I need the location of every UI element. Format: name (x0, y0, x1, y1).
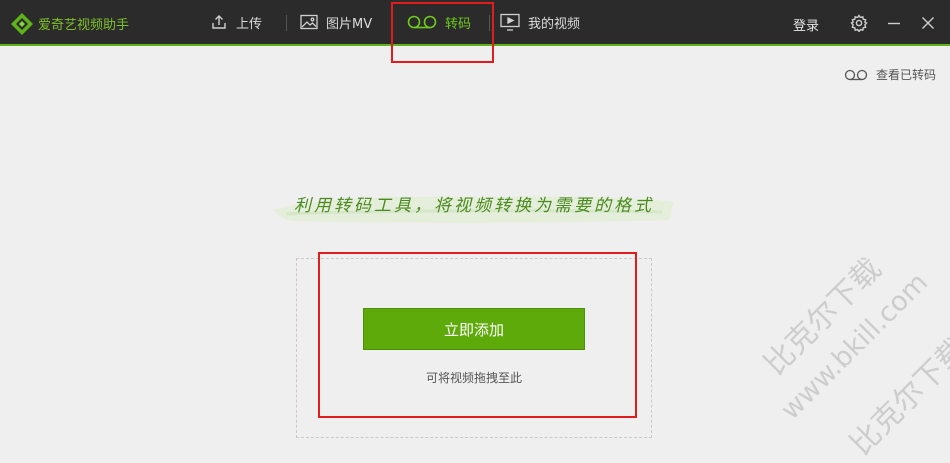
nav-upload[interactable]: 上传 (210, 0, 262, 44)
upload-icon (212, 15, 226, 29)
nav-my-videos-label: 我的视频 (528, 16, 581, 32)
gear-icon[interactable] (850, 14, 868, 32)
picture-icon (300, 14, 318, 30)
nav-photo-mv-label: 图片MV (326, 16, 373, 32)
slogan-text: 利用转码工具，将视频转换为需要的格式 (294, 196, 654, 216)
drag-hint-text: 可将视频拖拽至此 (425, 371, 522, 385)
monitor-icon (500, 13, 520, 31)
nav-photo-mv[interactable]: 图片MV (300, 0, 372, 44)
view-converted-label: 查看已转码 (875, 68, 936, 82)
app-title: 爱奇艺视频助手 (38, 18, 130, 33)
iqiyi-logo-icon (11, 13, 33, 35)
nav-upload-label: 上传 (236, 16, 263, 32)
login-button[interactable]: 登录 (793, 15, 819, 34)
transcode-icon (844, 69, 868, 80)
highlight-box-transcode (391, 2, 494, 63)
nav-my-videos[interactable]: 我的视频 (500, 0, 580, 44)
view-converted-button[interactable]: 查看已转码 (844, 66, 936, 83)
add-now-button[interactable]: 立即添加 (363, 308, 585, 350)
close-icon[interactable] (919, 14, 937, 32)
nav-divider (286, 15, 287, 31)
minimize-icon[interactable] (885, 14, 903, 32)
